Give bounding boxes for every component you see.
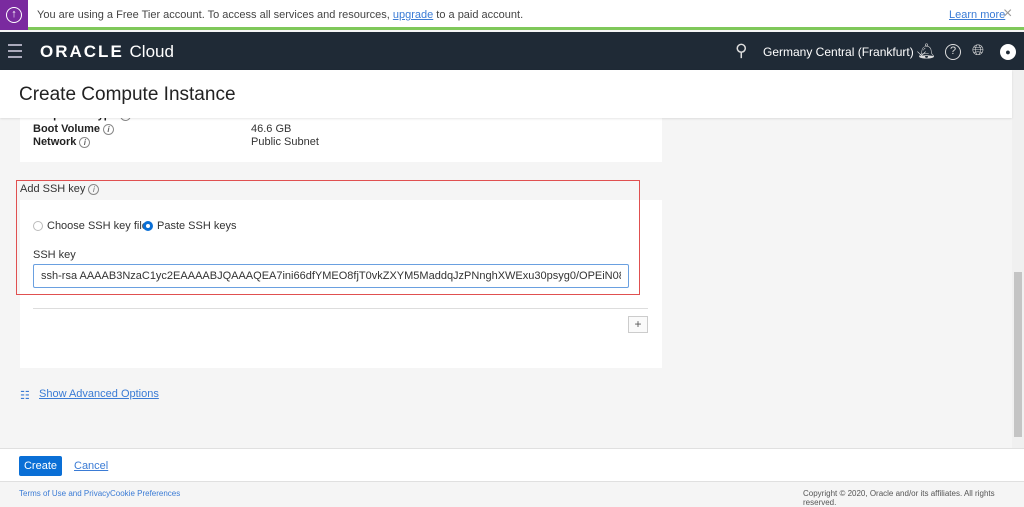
highlight-box: [16, 180, 640, 295]
globe-icon[interactable]: 🌐︎: [972, 42, 984, 59]
hamburger-menu-icon[interactable]: [8, 44, 22, 62]
banner-message: You are using a Free Tier account. To ac…: [37, 9, 524, 21]
copyright: Copyright © 2020, Oracle and/or its affi…: [803, 489, 995, 507]
summary-label: Boot Volume i: [33, 123, 115, 135]
user-avatar-icon[interactable]: ●: [1000, 44, 1016, 60]
action-bar: [0, 448, 1024, 482]
divider: [33, 308, 648, 309]
terms-link[interactable]: Terms of Use and Privacy: [19, 489, 110, 498]
region-selector[interactable]: Germany Central (Frankfurt) ⌵: [763, 45, 926, 60]
summary-label: Network i: [33, 136, 91, 148]
close-icon[interactable]: ×: [1003, 5, 1012, 23]
show-advanced-options-link[interactable]: Show Advanced Options: [39, 388, 159, 400]
add-ssh-key-button[interactable]: +: [628, 316, 648, 333]
learn-more-link[interactable]: Learn more: [949, 9, 1005, 21]
info-icon: i: [103, 123, 115, 135]
upgrade-icon: ↑: [0, 0, 28, 30]
help-icon[interactable]: ?: [945, 44, 961, 60]
info-icon: i: [79, 136, 91, 148]
scrollbar-thumb[interactable]: [1014, 272, 1022, 437]
oracle-cloud-logo[interactable]: ORACLE Cloud: [40, 42, 174, 62]
cancel-link[interactable]: Cancel: [74, 460, 108, 472]
network-value: Public Subnet: [251, 136, 319, 148]
search-icon[interactable]: ⚲: [735, 41, 747, 61]
sliders-icon: ☷: [20, 390, 30, 402]
boot-volume-value: 46.6 GB: [251, 123, 292, 135]
bell-icon[interactable]: 🔔︎: [917, 42, 936, 60]
cookie-preferences-link[interactable]: Cookie Preferences: [110, 489, 180, 498]
page-title: Create Compute Instance: [19, 84, 236, 105]
create-button[interactable]: Create: [19, 456, 62, 476]
upgrade-link[interactable]: upgrade: [393, 9, 433, 21]
